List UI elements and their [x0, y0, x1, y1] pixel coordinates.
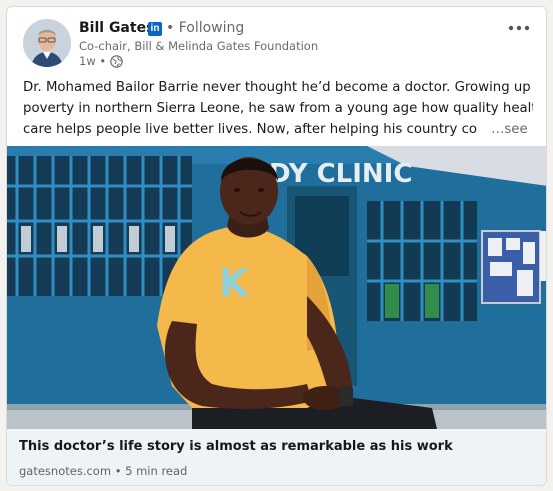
globe-icon — [110, 54, 123, 68]
author-avatar[interactable] — [23, 19, 71, 67]
article-source: gatesnotes.com • 5 min read — [19, 464, 188, 478]
post-meta: 1w • — [79, 54, 123, 68]
post-text-line-content: care helps people live better lives. Now… — [23, 122, 478, 137]
article-title[interactable]: This doctor’s life story is almost as re… — [19, 439, 453, 454]
post-image[interactable]: DY CLINIC K — [7, 146, 546, 429]
post-text: Dr. Mohamed Bailor Barrie never thought … — [23, 77, 533, 140]
linkedin-badge-icon: in — [148, 22, 162, 36]
clinic-sign: DY CLINIC — [269, 159, 412, 189]
see-more-link[interactable]: …see more — [491, 122, 533, 137]
article-link-card[interactable]: This doctor’s life story is almost as re… — [7, 429, 546, 485]
more-options-button[interactable] — [506, 17, 532, 39]
post-time: 1w • — [79, 54, 107, 68]
post-text-line: care helps people live better lives. Now… — [23, 119, 533, 140]
post-text-line: poverty in northern Sierra Leone, he saw… — [23, 101, 533, 116]
author-headline: Co-chair, Bill & Melinda Gates Foundatio… — [79, 39, 319, 53]
following-status: • Following — [166, 20, 245, 36]
author-name[interactable]: Bill Gates — [79, 20, 154, 36]
feed-post: Bill Gates in • Following Co-chair, Bill… — [6, 6, 547, 486]
post-text-line: Dr. Mohamed Bailor Barrie never thought … — [23, 80, 533, 95]
more-horizontal-icon — [508, 25, 530, 31]
shirt-logo: K — [219, 261, 250, 305]
